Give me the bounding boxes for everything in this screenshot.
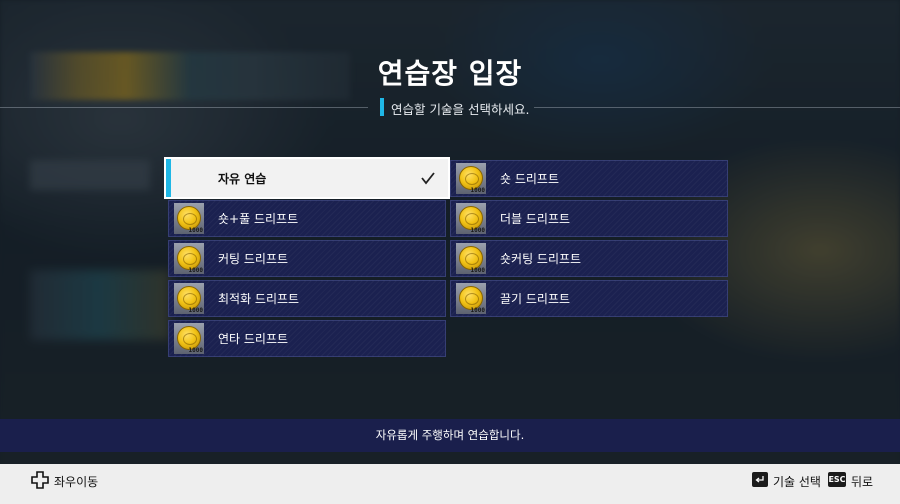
select-skill-hint[interactable]: 기술 선택 bbox=[773, 473, 821, 490]
control-hints-bar: 좌우이동 기술 선택 ESC 뒤로 bbox=[0, 464, 900, 504]
gold-coin-icon: 1000 bbox=[456, 283, 486, 314]
skill-option-short-pull-drift[interactable]: 1000 숏+풀 드리프트 bbox=[168, 200, 446, 237]
skill-option-short-drift[interactable]: 1000 숏 드리프트 bbox=[450, 160, 728, 197]
move-hint-label: 좌우이동 bbox=[54, 475, 99, 489]
coin-cost: 1000 bbox=[470, 307, 485, 314]
skill-label: 끌기 드리프트 bbox=[500, 292, 571, 306]
page-title: 연습장 입장 bbox=[377, 57, 523, 90]
skill-label: 숏커팅 드리프트 bbox=[500, 252, 582, 266]
coin-cost: 1000 bbox=[470, 227, 485, 234]
gold-coin-icon: 1000 bbox=[456, 203, 486, 234]
page-subtitle: 연습할 기술을 선택하세요. bbox=[391, 102, 530, 117]
skill-label: 숏+풀 드리프트 bbox=[218, 212, 299, 226]
skill-option-cutting-drift[interactable]: 1000 커팅 드리프트 bbox=[168, 240, 446, 277]
coin-cost: 1000 bbox=[188, 307, 203, 314]
gold-coin-icon: 1000 bbox=[456, 243, 486, 274]
back-hint[interactable]: 뒤로 bbox=[851, 473, 873, 490]
enter-key-icon[interactable] bbox=[752, 472, 768, 487]
coin-cost: 1000 bbox=[470, 187, 485, 194]
skill-label: 자유 연습 bbox=[218, 171, 267, 186]
divider-right bbox=[534, 107, 900, 108]
gold-coin-icon: 1000 bbox=[174, 323, 204, 354]
divider-left bbox=[0, 107, 368, 108]
dpad-icon bbox=[31, 471, 49, 489]
coin-cost: 1000 bbox=[188, 227, 203, 234]
description-text: 자유롭게 주행하며 연습합니다. bbox=[375, 428, 525, 442]
skill-label: 연타 드리프트 bbox=[218, 332, 289, 346]
selection-accent-bar bbox=[166, 159, 171, 197]
description-bar: 자유롭게 주행하며 연습합니다. bbox=[0, 419, 900, 452]
skill-option-short-cutting-drift[interactable]: 1000 숏커팅 드리프트 bbox=[450, 240, 728, 277]
gold-coin-icon: 1000 bbox=[456, 163, 486, 194]
skill-label: 숏 드리프트 bbox=[500, 172, 560, 186]
skill-label: 더블 드리프트 bbox=[500, 212, 571, 226]
subtitle-row: 연습할 기술을 선택하세요. bbox=[0, 96, 900, 118]
skill-option-drag-drift[interactable]: 1000 끌기 드리프트 bbox=[450, 280, 728, 317]
skill-option-free-practice[interactable]: 자유 연습 bbox=[164, 157, 450, 199]
coin-cost: 1000 bbox=[470, 267, 485, 274]
subtitle-accent-bar bbox=[380, 98, 384, 116]
coin-cost: 1000 bbox=[188, 267, 203, 274]
gold-coin-icon: 1000 bbox=[174, 283, 204, 314]
skill-label: 최적화 드리프트 bbox=[218, 292, 300, 306]
gold-coin-icon: 1000 bbox=[174, 243, 204, 274]
checkmark-icon bbox=[421, 172, 435, 185]
skill-option-tap-drift[interactable]: 1000 연타 드리프트 bbox=[168, 320, 446, 357]
coin-cost: 1000 bbox=[188, 347, 203, 354]
skill-label: 커팅 드리프트 bbox=[218, 252, 289, 266]
skill-option-optimized-drift[interactable]: 1000 최적화 드리프트 bbox=[168, 280, 446, 317]
gold-coin-icon: 1000 bbox=[174, 203, 204, 234]
skill-option-double-drift[interactable]: 1000 더블 드리프트 bbox=[450, 200, 728, 237]
esc-key-icon[interactable]: ESC bbox=[828, 472, 846, 487]
